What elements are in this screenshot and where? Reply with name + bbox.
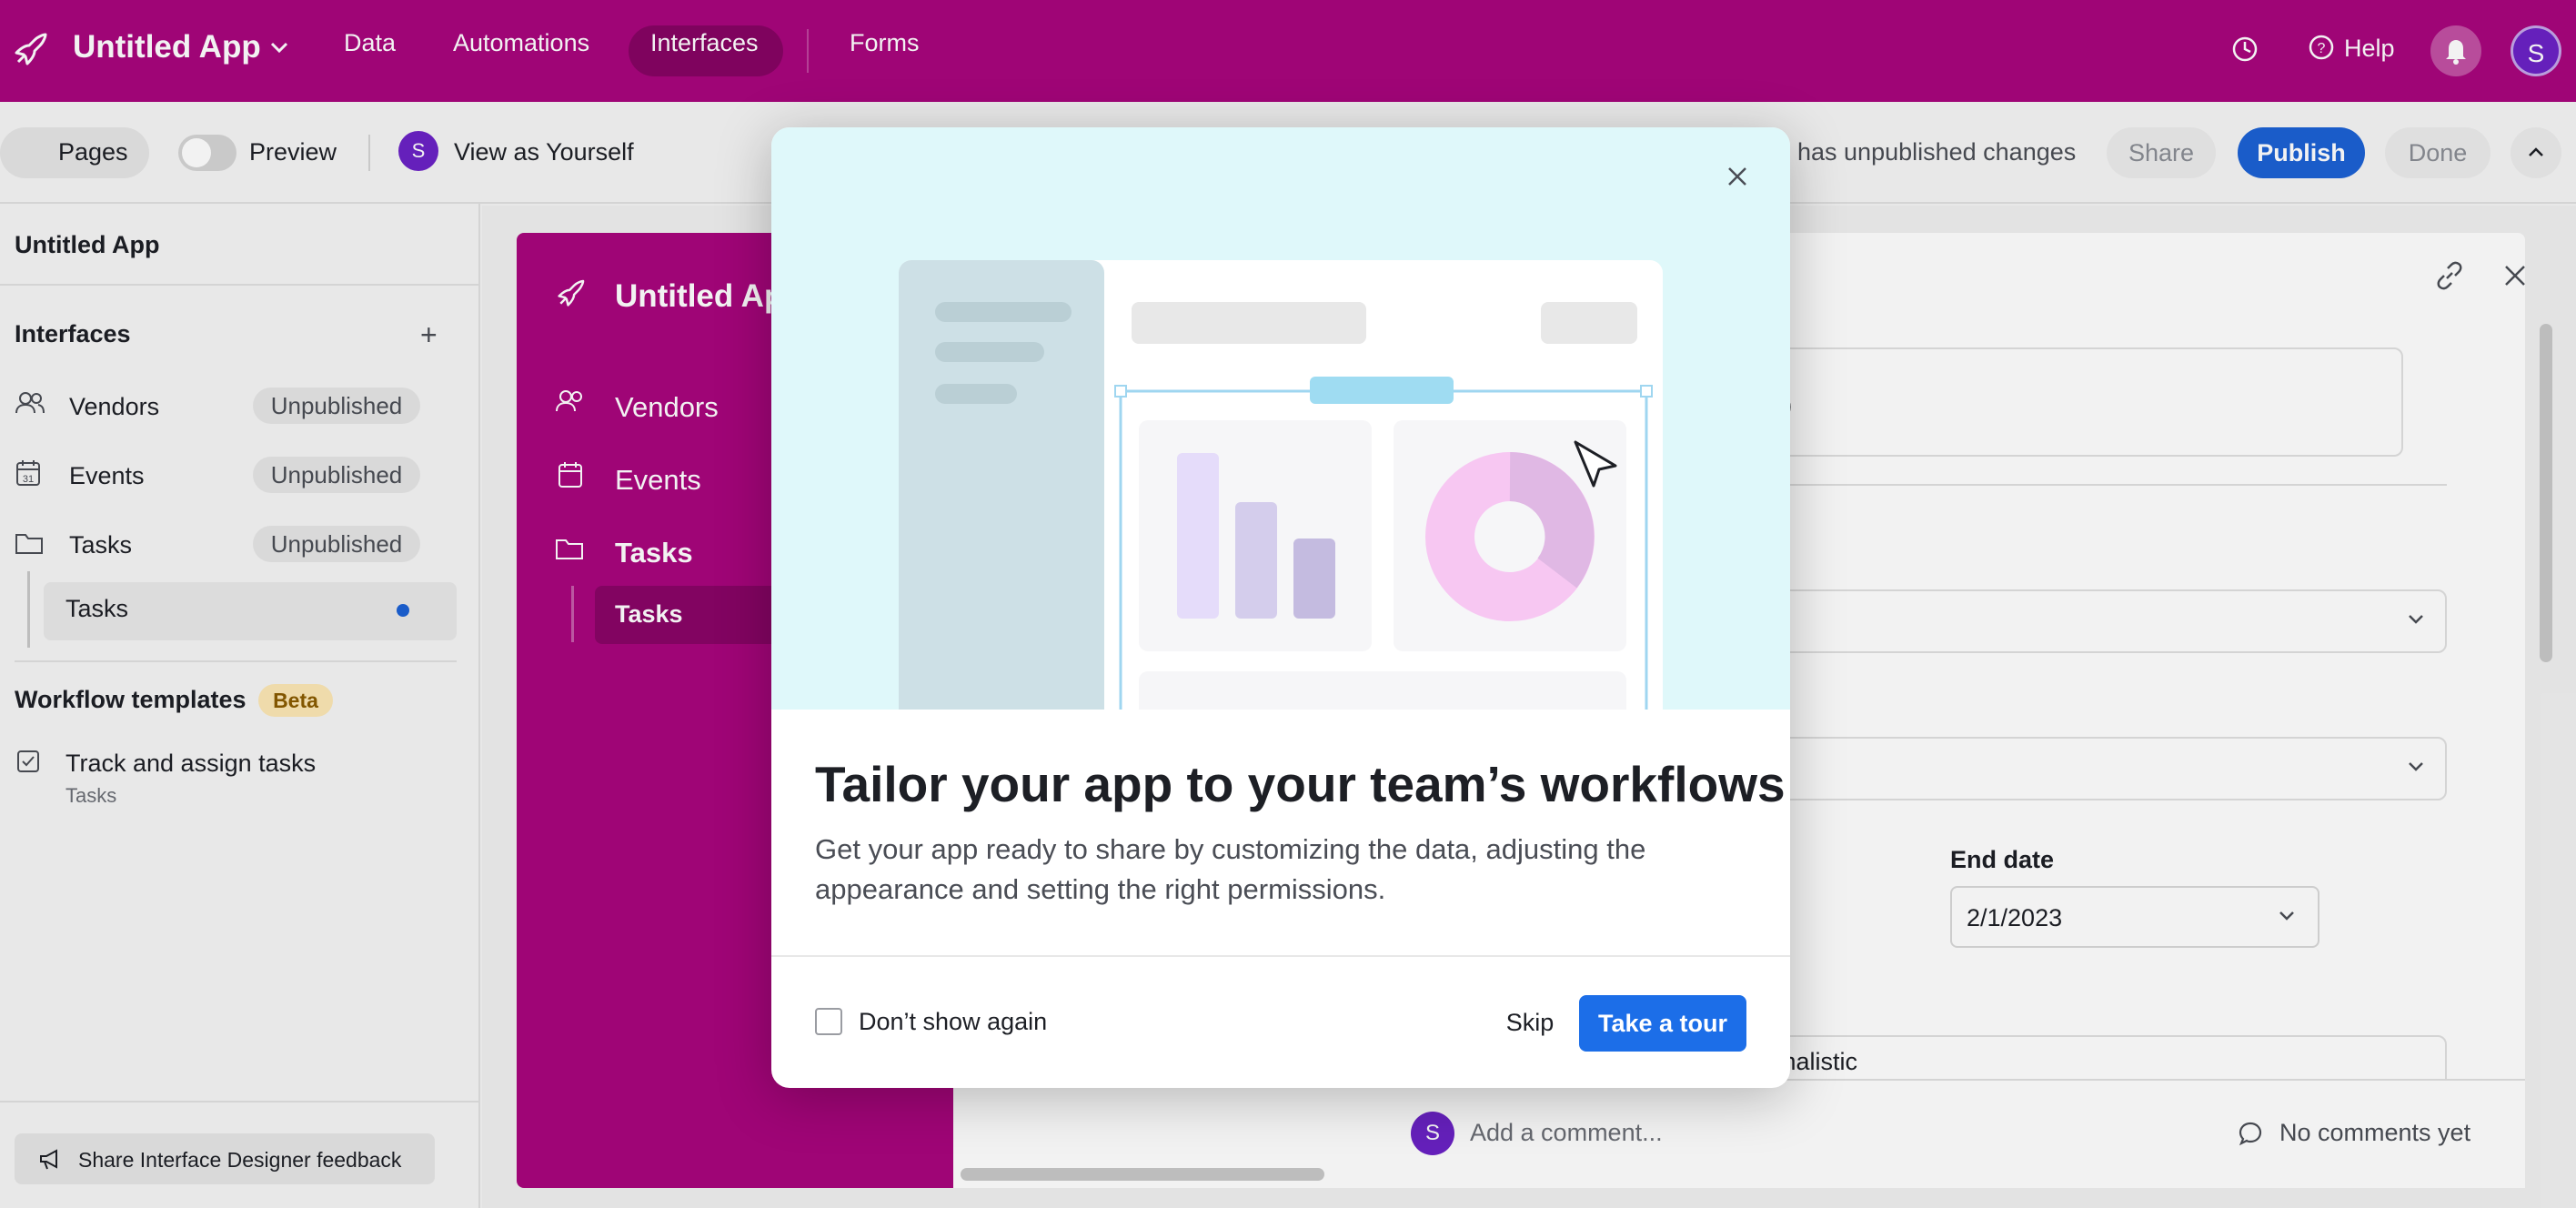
onboarding-modal: Tailor your app to your team’s workflows…	[771, 127, 1790, 1088]
skip-button[interactable]: Skip	[1479, 995, 1581, 1050]
modal-divider	[771, 955, 1790, 957]
modal-illustration	[771, 127, 1790, 739]
close-icon[interactable]	[1721, 160, 1754, 193]
dont-show-again-label[interactable]: Don’t show again	[859, 1008, 1047, 1036]
modal-title: Tailor your app to your team’s workflows	[815, 756, 1786, 812]
app-illustration	[899, 260, 1663, 739]
dont-show-again-checkbox[interactable]	[815, 1008, 842, 1035]
modal-description: Get your app ready to share by customizi…	[815, 833, 1646, 905]
take-a-tour-button[interactable]: Take a tour	[1579, 995, 1746, 1052]
